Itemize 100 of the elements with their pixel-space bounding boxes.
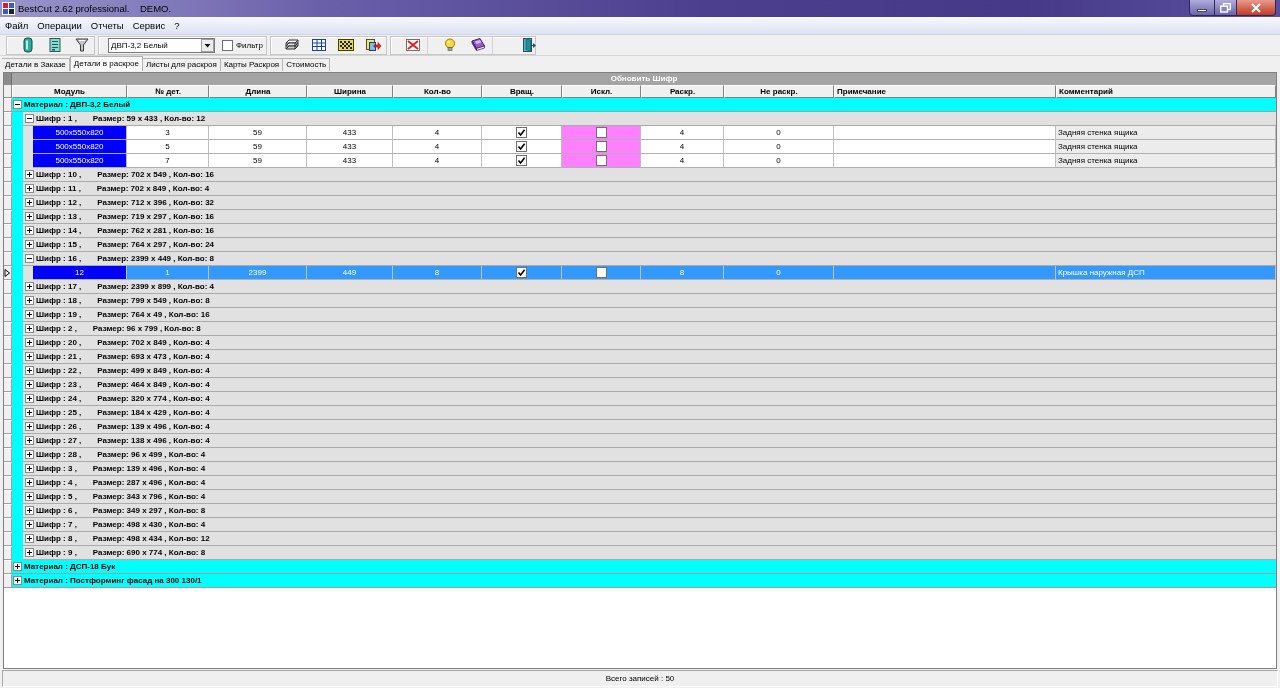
checkered-grid-icon[interactable] xyxy=(337,37,354,53)
filter-label[interactable]: Фильтр xyxy=(236,40,263,50)
plus-box-icon[interactable] xyxy=(25,226,34,235)
plus-box-icon[interactable] xyxy=(25,422,34,431)
layers-icon[interactable] xyxy=(283,37,300,53)
plus-box-icon[interactable] xyxy=(25,324,34,333)
filter-checkbox[interactable] xyxy=(222,39,233,51)
column-header[interactable]: № дет. xyxy=(127,85,209,98)
group-size: Размер: 693 x 473 , Кол-во: 4 xyxy=(97,352,210,361)
app-icon xyxy=(2,2,15,15)
tab[interactable]: Карты Раскроя xyxy=(220,58,284,71)
checkbox[interactable] xyxy=(595,141,607,152)
column-header[interactable]: Кол-во xyxy=(393,85,482,98)
group-size: Размер: 138 x 496 , Кол-во: 4 xyxy=(97,436,210,445)
plus-box-icon[interactable] xyxy=(25,310,34,319)
column-header[interactable]: Длина xyxy=(209,85,307,98)
group-code: Шифр : 13 , xyxy=(36,212,82,221)
plus-box-icon[interactable] xyxy=(25,184,34,193)
tab[interactable]: Листы для раскроя xyxy=(143,58,221,71)
close-button[interactable] xyxy=(1237,0,1276,16)
column-header[interactable]: Комментарий xyxy=(1056,85,1276,98)
menu-item[interactable]: Операции xyxy=(34,20,85,31)
column-header[interactable]: Не раскр. xyxy=(724,85,834,98)
group-code: Шифр : 26 , xyxy=(36,422,82,431)
menu-item[interactable]: Отчеты xyxy=(87,20,127,31)
column-header[interactable]: Вращ. xyxy=(482,85,562,98)
minimize-button[interactable] xyxy=(1189,0,1215,16)
plus-box-icon[interactable] xyxy=(25,366,34,375)
group-size: Размер: 96 x 499 , Кол-во: 4 xyxy=(97,450,206,459)
plus-box-icon[interactable] xyxy=(13,562,22,571)
table-row[interactable]: 12 1 2399 449 8 8 0 Крышка наружная ДСП xyxy=(33,266,1276,280)
plus-box-icon[interactable] xyxy=(25,170,34,179)
plus-box-icon[interactable] xyxy=(25,534,34,543)
group-code: Шифр : 2 , xyxy=(36,324,77,333)
exit-door-icon[interactable] xyxy=(520,37,537,53)
checkbox[interactable] xyxy=(516,127,527,138)
group-size: Размер: 349 x 297 , Кол-во: 8 xyxy=(92,506,206,515)
column-header[interactable]: Примечание xyxy=(834,85,1056,98)
tab[interactable]: Детали в раскрое xyxy=(69,56,143,71)
material-combo[interactable]: ДВП-3,2 Белый xyxy=(108,37,215,53)
group-size: Размер: 799 x 549 , Кол-во: 8 xyxy=(97,296,210,305)
plus-box-icon[interactable] xyxy=(13,576,22,585)
plus-box-icon[interactable] xyxy=(25,240,34,249)
plus-box-icon[interactable] xyxy=(25,506,34,515)
group-code: Шифр : 15 , xyxy=(36,240,82,249)
table-row[interactable]: 500x550x820 3 59 433 4 4 0 Задняя стенка ящика xyxy=(33,126,1276,140)
sheet-icon[interactable] xyxy=(46,37,63,53)
table-icon[interactable] xyxy=(310,37,327,53)
checkbox[interactable] xyxy=(595,267,607,278)
group-code: Шифр : 8 , xyxy=(36,534,77,543)
group-size: Размер: 498 x 430 , Кол-во: 4 xyxy=(92,520,206,529)
column-header[interactable]: Искл. xyxy=(562,85,641,98)
close-icon xyxy=(1251,2,1261,13)
group-size: Размер: 96 x 799 , Кол-во: 8 xyxy=(92,324,201,333)
group-size: Размер: 287 x 496 , Кол-во: 4 xyxy=(92,478,206,487)
plus-box-icon[interactable] xyxy=(25,198,34,207)
plus-box-icon[interactable] xyxy=(25,380,34,389)
plus-box-icon[interactable] xyxy=(25,520,34,529)
plus-box-icon[interactable] xyxy=(25,296,34,305)
plus-box-icon[interactable] xyxy=(25,282,34,291)
minus-box-icon[interactable] xyxy=(13,100,22,109)
sheet-arrow-icon[interactable] xyxy=(364,37,381,53)
window-title: BestCut 2.62 professional. DEMO. xyxy=(18,3,172,14)
tab[interactable]: Стоимость xyxy=(283,58,331,71)
tab[interactable]: Детали в Заказе xyxy=(2,58,70,71)
checkbox[interactable] xyxy=(595,127,607,138)
plus-box-icon[interactable] xyxy=(25,212,34,221)
plus-box-icon[interactable] xyxy=(25,436,34,445)
menu-item[interactable]: Файл xyxy=(2,20,32,31)
minus-box-icon[interactable] xyxy=(25,114,34,123)
table-row[interactable]: 500x550x820 7 59 433 4 4 0 Задняя стенка ящика xyxy=(33,154,1276,168)
menu-item[interactable]: ? xyxy=(171,20,183,31)
checkbox[interactable] xyxy=(516,155,527,166)
minus-box-icon[interactable] xyxy=(25,254,34,263)
group-size: Размер: 712 x 396 , Кол-во: 32 xyxy=(97,198,215,207)
plus-box-icon[interactable] xyxy=(25,464,34,473)
checkbox[interactable] xyxy=(595,155,607,166)
plus-box-icon[interactable] xyxy=(25,394,34,403)
column-header[interactable]: Модуль xyxy=(12,85,127,98)
book-icon[interactable] xyxy=(469,37,486,53)
group-size: Размер: 139 x 496 , Кол-во: 4 xyxy=(92,464,206,473)
plus-box-icon[interactable] xyxy=(25,548,34,557)
group-size: Размер: 184 x 429 , Кол-во: 4 xyxy=(97,408,210,417)
restore-button[interactable] xyxy=(1215,0,1237,16)
checkbox[interactable] xyxy=(516,267,527,278)
plus-box-icon[interactable] xyxy=(25,450,34,459)
funnel-icon[interactable] xyxy=(73,37,90,53)
plus-box-icon[interactable] xyxy=(25,352,34,361)
column-header[interactable]: Раскр. xyxy=(641,85,724,98)
menu-item[interactable]: Сервис xyxy=(129,20,169,31)
table-row[interactable]: 500x550x820 5 59 433 4 4 0 Задняя стенка ящика xyxy=(33,140,1276,154)
plus-box-icon[interactable] xyxy=(25,408,34,417)
cross-box-icon[interactable] xyxy=(404,37,421,53)
plus-box-icon[interactable] xyxy=(25,338,34,347)
table-cell: 500x550x820 xyxy=(33,154,127,168)
plus-box-icon[interactable] xyxy=(25,492,34,501)
group-size: Размер: 343 x 796 , Кол-во: 4 xyxy=(92,492,206,501)
plus-box-icon[interactable] xyxy=(25,478,34,487)
column-header[interactable]: Ширина xyxy=(307,85,393,98)
checkbox[interactable] xyxy=(516,141,527,152)
